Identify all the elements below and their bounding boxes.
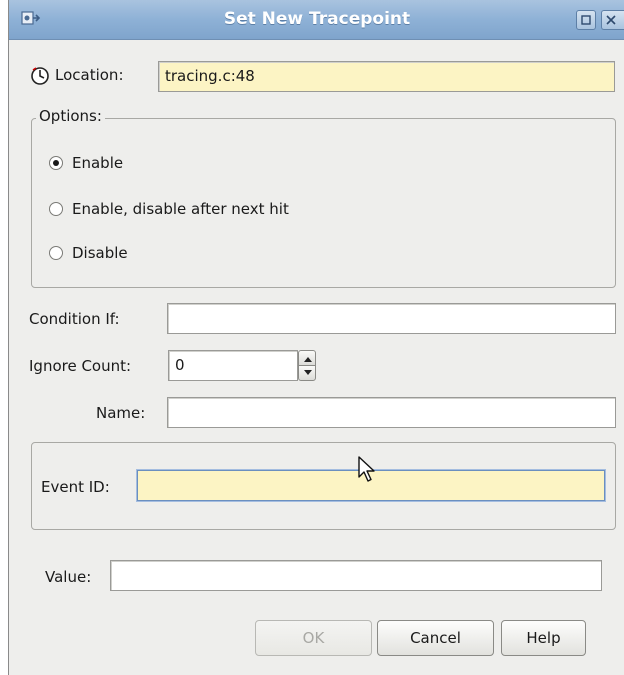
spin-down-button[interactable]: [298, 365, 316, 381]
maximize-icon: [581, 15, 591, 25]
name-label: Name:: [96, 404, 146, 422]
help-button[interactable]: Help: [501, 620, 586, 656]
event-id-label: Event ID:: [41, 478, 110, 496]
window-title: Set New Tracepoint: [223, 9, 411, 29]
radio-button[interactable]: [49, 246, 63, 260]
maximize-button[interactable]: [576, 10, 596, 30]
value-label: Value:: [45, 568, 92, 586]
radio-button[interactable]: [49, 202, 63, 216]
mouse-cursor-icon: [358, 456, 375, 482]
radio-button-checked[interactable]: [49, 156, 63, 170]
close-icon: [606, 15, 616, 25]
ok-button[interactable]: OK: [255, 620, 372, 656]
condition-field[interactable]: [167, 303, 616, 334]
options-legend: Options:: [36, 107, 105, 125]
location-field[interactable]: tracing.c:48: [158, 61, 615, 92]
value-field[interactable]: [110, 560, 602, 591]
radio-disable-label: Disable: [72, 244, 128, 262]
title-bar[interactable]: Set New Tracepoint: [9, 0, 624, 40]
dialog-window: Set New Tracepoint Location: tracing.c:4…: [8, 0, 624, 675]
radio-disable[interactable]: Disable: [49, 244, 128, 262]
ignore-count-field[interactable]: 0: [168, 350, 298, 381]
arrow-down-icon: [304, 370, 312, 375]
radio-enable-label: Enable: [72, 154, 124, 172]
ignore-count-label: Ignore Count:: [29, 357, 132, 375]
radio-enable-disable-label: Enable, disable after next hit: [72, 200, 289, 218]
location-label: Location:: [55, 66, 124, 84]
arrow-up-icon: [304, 357, 312, 362]
spin-up-button[interactable]: [298, 350, 316, 366]
condition-label: Condition If:: [29, 310, 120, 328]
cancel-button[interactable]: Cancel: [377, 620, 494, 656]
radio-enable-disable-after-next-hit[interactable]: Enable, disable after next hit: [49, 200, 289, 218]
close-button[interactable]: [601, 10, 624, 30]
clock-icon: [31, 67, 49, 85]
radio-enable[interactable]: Enable: [49, 154, 123, 172]
name-field[interactable]: [167, 397, 616, 428]
